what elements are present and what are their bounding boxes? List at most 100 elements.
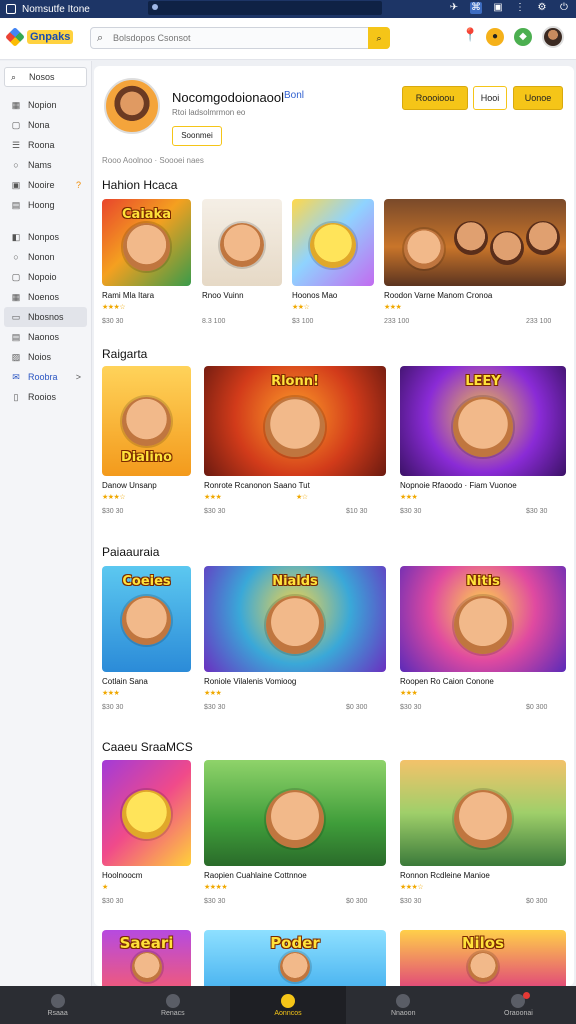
character-illustration: [122, 396, 171, 446]
game-thumbnail[interactable]: [384, 199, 566, 286]
game-meta: $30 30: [400, 898, 422, 905]
chevron-icon: ?: [75, 180, 81, 190]
square-icon: ▢: [11, 271, 21, 282]
game-thumbnail[interactable]: Dialino: [102, 366, 191, 476]
game-thumbnail[interactable]: [202, 199, 282, 286]
game-thumbnail[interactable]: [102, 760, 191, 866]
sidebar-item[interactable]: ✉ Roobra >: [4, 367, 87, 387]
game-thumbnail[interactable]: Nitis: [400, 566, 566, 672]
gem-icon[interactable]: ◆: [514, 28, 532, 46]
character-illustration: [404, 229, 444, 269]
chat-icon: [396, 993, 411, 1008]
sidebar-item[interactable]: ☰ Roona: [4, 135, 87, 155]
sidebar-item[interactable]: ▤ Naonos: [4, 327, 87, 347]
location-pin-icon[interactable]: 📍: [462, 27, 478, 47]
header-actions: 📍 ● ◆: [462, 26, 564, 48]
follow-button[interactable]: Soonmei: [172, 126, 222, 146]
game-thumbnail[interactable]: Saeari: [102, 930, 191, 986]
search-input[interactable]: [113, 31, 363, 45]
sidebar-item-label: Roona: [28, 140, 55, 150]
game-thumbnail[interactable]: [292, 199, 374, 286]
character-illustration: [265, 789, 325, 848]
rating-stars: ★★★★: [204, 884, 228, 891]
game-meta: $30 30: [400, 704, 422, 711]
sidebar-item[interactable]: ▨ Noios: [4, 347, 87, 367]
primary-action-button[interactable]: Roooioou: [402, 86, 468, 110]
tertiary-action-button[interactable]: Uonoe: [513, 86, 563, 110]
section-title: Hahion Hcaca: [102, 178, 178, 192]
game-meta: 233 100: [526, 318, 552, 325]
user-avatar[interactable]: [542, 26, 564, 48]
sidebar-item[interactable]: ○ Nams: [4, 155, 87, 175]
airplane-icon[interactable]: ✈: [448, 2, 460, 14]
search-button[interactable]: ⌕: [368, 27, 390, 49]
app-logo[interactable]: Gnpaks: [5, 27, 74, 47]
sidebar-item-label: Nonpos: [28, 232, 60, 242]
rating-stars: ★☆: [296, 494, 308, 501]
game-meta: $0 300: [526, 898, 548, 905]
sidebar-item[interactable]: ◧ Nonpos: [4, 227, 87, 247]
sidebar-item[interactable]: ▦ Noenos: [4, 287, 87, 307]
sidebar-top-item[interactable]: ⌕ Nosos: [4, 67, 87, 87]
sidebar-item[interactable]: ▤ Hoong: [4, 195, 87, 215]
game-thumbnail[interactable]: Rlonn!: [204, 366, 386, 476]
verified-badge: Bonl: [284, 90, 305, 101]
rating-stars: ★★★☆: [102, 494, 126, 501]
game-meta: $0 300: [346, 704, 368, 711]
game-thumbnail[interactable]: Coeies: [102, 566, 191, 672]
game-title-art: Rlonn!: [271, 374, 319, 389]
sidebar-item[interactable]: ▢ Nona: [4, 115, 87, 135]
game-thumbnail[interactable]: [204, 760, 386, 866]
app-icon: [6, 4, 16, 14]
search-icon: ⌕: [11, 71, 17, 82]
sidebar-item[interactable]: ▦ Nopion: [4, 95, 87, 115]
display-icon[interactable]: ▣: [492, 2, 504, 14]
section-title: Paiaauraia: [102, 545, 160, 559]
sidebar-item[interactable]: ▭ Nbosnos: [4, 307, 87, 327]
game-thumbnail[interactable]: Nilos: [400, 930, 566, 986]
address-field[interactable]: [148, 1, 382, 15]
profile-subtitle: Rtoi ladsolmrmon eo: [172, 108, 246, 117]
rating-stars: ★★★: [384, 304, 402, 311]
wifi-icon[interactable]: ⌘: [470, 2, 482, 14]
profile-name: Nocomgodoionaool: [172, 90, 285, 105]
settings-icon[interactable]: ⚙: [536, 2, 548, 14]
game-thumbnail[interactable]: Poder: [204, 930, 386, 986]
breadcrumb: Rooo Aoolnoo · Soooei naes: [102, 156, 204, 165]
sidebar-item-label: Nooire: [28, 180, 55, 190]
rating-stars: ★★★: [400, 690, 418, 697]
sidebar-item[interactable]: ○ Nonon: [4, 247, 87, 267]
sidebar-item[interactable]: ▢ Nopoio: [4, 267, 87, 287]
game-title: Roniole Vilalenis Vomioog: [204, 677, 297, 686]
bottom-nav-item[interactable]: Renacs: [115, 986, 230, 1024]
game-thumbnail[interactable]: Caiaka: [102, 199, 191, 286]
game-meta: $0 300: [346, 898, 368, 905]
game-thumbnail[interactable]: [400, 760, 566, 866]
game-meta: 233 100: [384, 318, 410, 325]
bottom-nav-item[interactable]: Oraoonai: [461, 986, 576, 1024]
game-thumbnail[interactable]: LEEY: [400, 366, 566, 476]
character-illustration: [490, 231, 524, 265]
sidebar-item-label: Hoong: [28, 200, 55, 210]
sidebar-item[interactable]: ▣ Nooire?: [4, 175, 87, 195]
power-icon[interactable]: ⏻: [558, 2, 570, 14]
bottom-nav-item[interactable]: Nnaoon: [346, 986, 461, 1024]
game-title-art: Coeies: [122, 574, 171, 589]
rating-stars: ★★★: [102, 690, 120, 697]
game-title: Roopen Ro Caion Conone: [400, 677, 494, 686]
coin-icon[interactable]: ●: [486, 28, 504, 46]
game-thumbnail[interactable]: Nialds: [204, 566, 386, 672]
character-illustration: [453, 789, 513, 848]
sidebar-item[interactable]: ▯ Rooios: [4, 387, 87, 407]
bottom-nav-item[interactable]: Rsaaa: [0, 986, 115, 1024]
character-illustration: [453, 595, 513, 654]
sidebar-item-label: Noios: [28, 352, 52, 362]
secondary-action-button[interactable]: Hooi: [473, 86, 507, 110]
character-illustration: [454, 221, 488, 255]
circle-icon: ○: [13, 252, 19, 262]
grid-icon: ▦: [11, 291, 21, 302]
signal-icon[interactable]: ⋮: [514, 2, 526, 14]
bottom-nav-item[interactable]: Aonncos: [230, 986, 346, 1024]
sidebar-item-label: Rooios: [28, 392, 57, 402]
section-title: Raigarta: [102, 347, 148, 361]
